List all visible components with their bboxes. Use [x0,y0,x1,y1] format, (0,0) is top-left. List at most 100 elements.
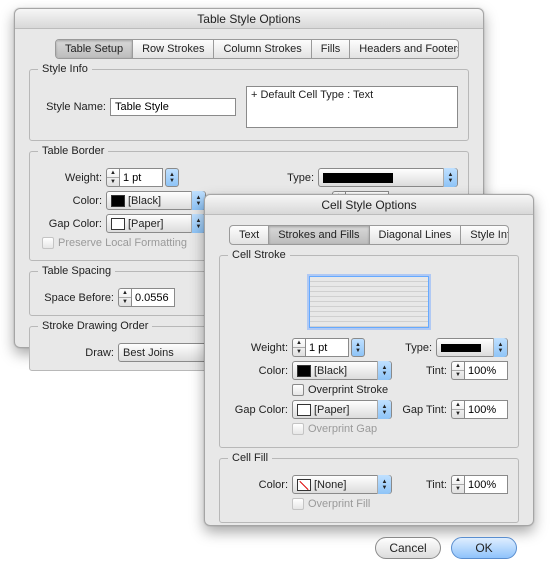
stroke-type-swatch [441,344,481,352]
dropdown-caret-icon: ▲▼ [377,475,391,494]
stepper-down-icon[interactable]: ▼ [452,410,464,418]
cf-tint-stepper[interactable]: ▲▼ [451,475,508,494]
style-name-input[interactable] [110,98,236,116]
cf-color-dropdown[interactable]: [None] ▲▼ [292,475,392,494]
none-swatch-icon [297,479,311,491]
cs-color-dropdown[interactable]: [Black] ▲▼ [292,361,392,380]
cs-gaptint-label: Gap Tint: [399,404,451,416]
cf-tint-label: Tint: [415,479,451,491]
dropdown-caret-icon: ▲▼ [191,214,205,233]
stepper-up-icon[interactable]: ▲ [452,401,464,410]
cs-color-label: Color: [230,365,292,377]
cell-fill-legend: Cell Fill [228,452,272,464]
type-dropdown[interactable]: ▲▼ [318,168,458,187]
spacing-legend: Table Spacing [38,265,115,277]
gap-color-value: [Paper] [128,218,163,230]
space-before-input[interactable] [131,288,175,307]
space-before-stepper[interactable]: ▲▼ [118,288,175,307]
draw-dropdown[interactable]: Best Joins [118,343,214,362]
color-label: Color: [40,195,106,207]
overprint-gap-checkbox: Overprint Gap [292,423,377,435]
tab-strokes-and-fills[interactable]: Strokes and Fills [269,226,369,244]
draw-order-legend: Stroke Drawing Order [38,320,152,332]
cs-tint-input[interactable] [464,361,508,380]
cell-stroke-legend: Cell Stroke [228,249,290,261]
cf-color-label: Color: [230,479,292,491]
weight-stepper[interactable]: ▲▼ [106,168,163,187]
stepper-up-icon[interactable]: ▲ [119,289,131,298]
cs-gaptint-stepper[interactable]: ▲▼ [451,400,508,419]
window-title: Table Style Options [15,9,483,29]
dropdown-caret-icon: ▲▼ [377,361,391,380]
stepper-up-icon[interactable]: ▲ [452,476,464,485]
gap-color-dropdown[interactable]: [Paper] ▲▼ [106,214,206,233]
style-info-legend: Style Info [38,63,92,75]
weight-input[interactable] [119,168,163,187]
cell-stroke-preview[interactable] [309,276,429,328]
tab-fills[interactable]: Fills [312,40,351,58]
gap-color-swatch-icon [111,218,125,230]
tab-row-strokes[interactable]: Row Strokes [133,40,214,58]
cs-tint-stepper[interactable]: ▲▼ [451,361,508,380]
overprint-stroke-checkbox[interactable]: Overprint Stroke [292,384,388,396]
tab-diagonal-lines[interactable]: Diagonal Lines [370,226,462,244]
stepper-down-icon[interactable]: ▼ [452,371,464,379]
draw-label: Draw: [40,347,118,359]
dropdown-caret-icon: ▲▼ [443,168,457,187]
default-cell-text: + Default Cell Type : Text [251,89,453,101]
tab-text[interactable]: Text [230,226,269,244]
dropdown-caret-icon: ▲▼ [493,338,507,357]
cf-tint-input[interactable] [464,475,508,494]
overprint-fill-checkbox: Overprint Fill [292,498,370,510]
preserve-formatting-checkbox: Preserve Local Formatting [42,237,187,249]
dropdown-caret-icon: ▲▼ [377,400,391,419]
stroke-type-swatch [323,173,393,183]
cancel-button[interactable]: Cancel [375,537,441,559]
cs-gaptint-input[interactable] [464,400,508,419]
style-name-label: Style Name: [40,101,110,113]
stepper-up-icon[interactable]: ▲ [452,362,464,371]
tab-headers-footers[interactable]: Headers and Footers [350,40,459,58]
weight-menu-icon[interactable]: ▲▼ [165,168,179,187]
overprint-gap-label: Overprint Gap [308,423,377,435]
tab-table-setup[interactable]: Table Setup [56,40,133,58]
preserve-label: Preserve Local Formatting [58,237,187,249]
cell-stroke-group: Cell Stroke Weight: ▲▼ ▲▼ Type: ▲▼ Color… [219,255,519,448]
window-title: Cell Style Options [205,195,533,215]
overprint-fill-label: Overprint Fill [308,498,370,510]
cf-color-value: [None] [314,479,346,491]
table-tabbar: Table Setup Row Strokes Column Strokes F… [55,39,459,59]
stepper-up-icon[interactable]: ▲ [107,169,119,178]
tab-column-strokes[interactable]: Column Strokes [214,40,311,58]
dialog-footer: Cancel OK [205,529,533,571]
cs-gapcolor-dropdown[interactable]: [Paper] ▲▼ [292,400,392,419]
color-swatch-icon [297,365,311,377]
tab-style-info[interactable]: Style Info [461,226,509,244]
space-before-label: Space Before: [40,292,118,304]
cell-tabbar: Text Strokes and Fills Diagonal Lines St… [229,225,509,245]
stepper-up-icon[interactable]: ▲ [293,339,305,348]
weight-menu-icon[interactable]: ▲▼ [351,338,365,357]
cs-color-value: [Black] [314,365,347,377]
stepper-down-icon[interactable]: ▼ [107,178,119,186]
cell-style-window: Cell Style Options Text Strokes and Fill… [204,194,534,526]
overprint-stroke-label: Overprint Stroke [308,384,388,396]
gap-color-label: Gap Color: [40,218,106,230]
cs-gapcolor-label: Gap Color: [230,404,292,416]
draw-value: Best Joins [123,347,174,359]
stepper-down-icon[interactable]: ▼ [452,485,464,493]
cs-weight-stepper[interactable]: ▲▼ [292,338,349,357]
color-swatch-icon [111,195,125,207]
cs-type-label: Type: [400,342,436,354]
default-cell-listbox[interactable]: + Default Cell Type : Text [246,86,458,128]
ok-button[interactable]: OK [451,537,517,559]
stepper-down-icon[interactable]: ▼ [119,298,131,306]
dropdown-caret-icon: ▲▼ [191,191,205,210]
weight-label: Weight: [40,172,106,184]
stepper-down-icon[interactable]: ▼ [293,348,305,356]
cs-weight-label: Weight: [230,342,292,354]
cs-weight-input[interactable] [305,338,349,357]
cs-type-dropdown[interactable]: ▲▼ [436,338,508,357]
color-dropdown[interactable]: [Black] ▲▼ [106,191,206,210]
table-border-legend: Table Border [38,145,108,157]
